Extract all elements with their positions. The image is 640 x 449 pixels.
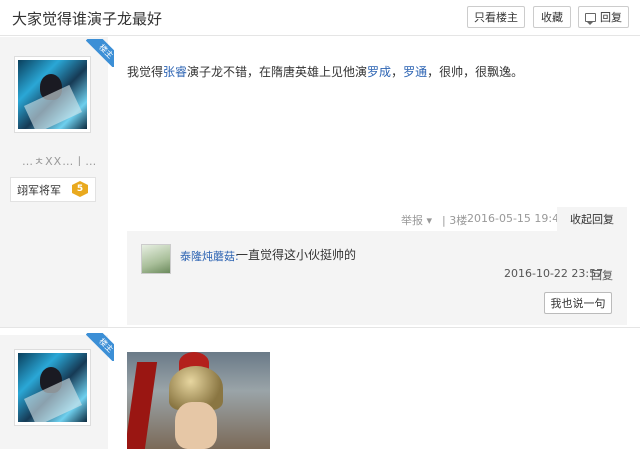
report-link[interactable]: 举报 ▾	[401, 212, 432, 228]
post-time: 2016-05-15 19:48	[467, 212, 567, 225]
rank-title: 翊军将军	[17, 183, 61, 197]
link-luo-tong[interactable]: 罗通	[403, 65, 427, 79]
post-content: 我觉得张睿演子龙不错，在隋唐英雄上见他演罗成，罗通，很帅，很飘逸。	[127, 65, 524, 79]
say-something-button[interactable]: 我也说一句	[544, 292, 612, 314]
collapse-replies-button[interactable]: 收起回复	[557, 207, 627, 231]
thread-header: 大家觉得谁演子龙最好 只看楼主 收藏 回复	[0, 0, 640, 36]
face-shape	[175, 402, 217, 449]
favorite-button[interactable]: 收藏	[533, 6, 571, 28]
comment-icon	[585, 12, 596, 25]
only-op-button[interactable]: 只看楼主	[467, 6, 525, 28]
reply-text: 一直觉得这小伙挺帅的	[236, 248, 357, 262]
avatar-2[interactable]	[14, 349, 91, 426]
link-luo-cheng[interactable]: 罗成	[367, 65, 391, 79]
post-image[interactable]	[127, 352, 270, 449]
reply-button[interactable]: 回复	[578, 6, 629, 28]
reply-to-link[interactable]: 回复	[591, 267, 613, 283]
reply-button-label: 回复	[600, 11, 622, 24]
avatar[interactable]	[14, 56, 91, 133]
reply-avatar[interactable]	[141, 244, 171, 274]
link-zhang-rui[interactable]: 张睿	[163, 65, 187, 79]
author-username-2[interactable]: …	[22, 444, 33, 449]
thread-title: 大家觉得谁演子龙最好	[12, 10, 163, 28]
op-badge: 楼主	[86, 39, 114, 67]
user-rank[interactable]: 翊军将军 5	[10, 177, 96, 202]
reply-username[interactable]: 泰隆炖蘑菇:	[180, 248, 239, 264]
reply-time: 2016-10-22 23:57	[504, 267, 604, 280]
flag-shape	[127, 362, 158, 449]
op-badge-2: 楼主	[86, 333, 114, 361]
level-badge-icon: 5	[72, 181, 88, 197]
floor-number: | 3楼	[442, 214, 468, 227]
avatar-image-2	[18, 353, 87, 422]
avatar-image	[18, 60, 87, 129]
author-username[interactable]: …ㅊXX…ㅣ…	[22, 153, 97, 169]
